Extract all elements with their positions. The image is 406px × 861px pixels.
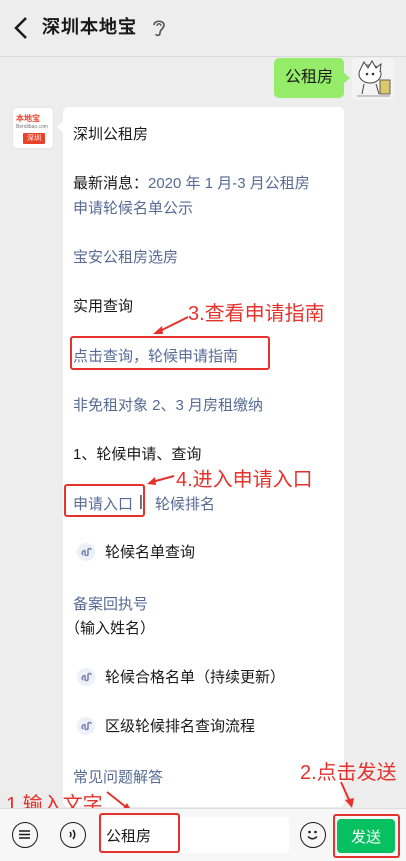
logo-city-tag: 深圳 (23, 133, 45, 144)
annotation-box-send (333, 814, 400, 858)
voice-icon (69, 829, 76, 840)
qualified-label: 轮候合格名单（持续更新） (105, 669, 286, 686)
logo-sub-text: Bendibao.com (16, 124, 48, 130)
district-label: 区级轮候排名查询流程 (105, 718, 256, 735)
annotation-arrow-step4 (147, 475, 175, 485)
rent-link[interactable]: 非免租对象 2、3 月房租缴纳 (73, 394, 263, 415)
news-prefix: 最新消息： (73, 175, 149, 192)
annotation-step4: 4.进入申请入口 (176, 469, 313, 491)
miniprogram-icon (77, 667, 95, 686)
annotation-box-input (99, 813, 180, 853)
qualified-miniprogram-link[interactable]: 轮候合格名单（持续更新） (77, 666, 285, 687)
apply-query-label: 1、轮候申请、查询 (73, 446, 202, 463)
annotation-arrow-step2 (340, 781, 354, 808)
rank-link[interactable]: 轮候排名 (155, 493, 215, 514)
waitlist-label: 轮候名单查询 (105, 544, 196, 561)
reply-message: 深圳公租房 最新消息： 2020 年 1 月-3 月公租房 申请轮候名单公示 宝… (57, 107, 344, 807)
title-bar: 深圳本地宝 (0, 0, 406, 57)
miniprogram-icon (77, 716, 95, 735)
annotation-box-guide (70, 336, 270, 370)
news-link-line2[interactable]: 申请轮候名单公示 (73, 197, 193, 218)
news-link-line1[interactable]: 2020 年 1 月-3 月公租房 (148, 172, 310, 193)
menu-toggle-button[interactable] (12, 822, 38, 848)
reply-heading: 深圳公租房 (73, 126, 149, 143)
cartoon-avatar-icon (352, 58, 394, 100)
faq-link[interactable]: 常见问题解答 (73, 766, 163, 787)
receipt-link[interactable]: 备案回执号 (73, 593, 148, 614)
voice-input-button[interactable] (60, 822, 86, 848)
input-bar: 发送 (0, 808, 406, 861)
user-avatar[interactable] (352, 58, 394, 100)
official-account-avatar[interactable]: 本地宝 Bendibao.com 深圳 (12, 107, 54, 149)
emoji-button[interactable] (300, 822, 326, 848)
annotation-box-apply (64, 484, 145, 517)
name-hint: （输入姓名） (65, 620, 156, 637)
logo-brand-text: 本地宝 (16, 114, 40, 123)
annotation-arrow-step3 (153, 316, 189, 334)
baoan-link[interactable]: 宝安公租房选房 (73, 246, 178, 267)
back-arrow-icon[interactable] (10, 14, 34, 42)
smiley-icon (307, 830, 318, 840)
ear-icon (153, 20, 165, 37)
practical-label: 实用查询 (73, 298, 134, 315)
district-miniprogram-link[interactable]: 区级轮候排名查询流程 (77, 715, 255, 736)
annotation-step3: 3.查看申请指南 (188, 303, 325, 325)
list-menu-icon (19, 830, 30, 839)
chat-title: 深圳本地宝 (42, 17, 137, 37)
miniprogram-icon (77, 542, 95, 561)
outgoing-message: 公租房 (274, 58, 350, 98)
waitlist-miniprogram-link[interactable]: 轮候名单查询 (77, 541, 195, 562)
